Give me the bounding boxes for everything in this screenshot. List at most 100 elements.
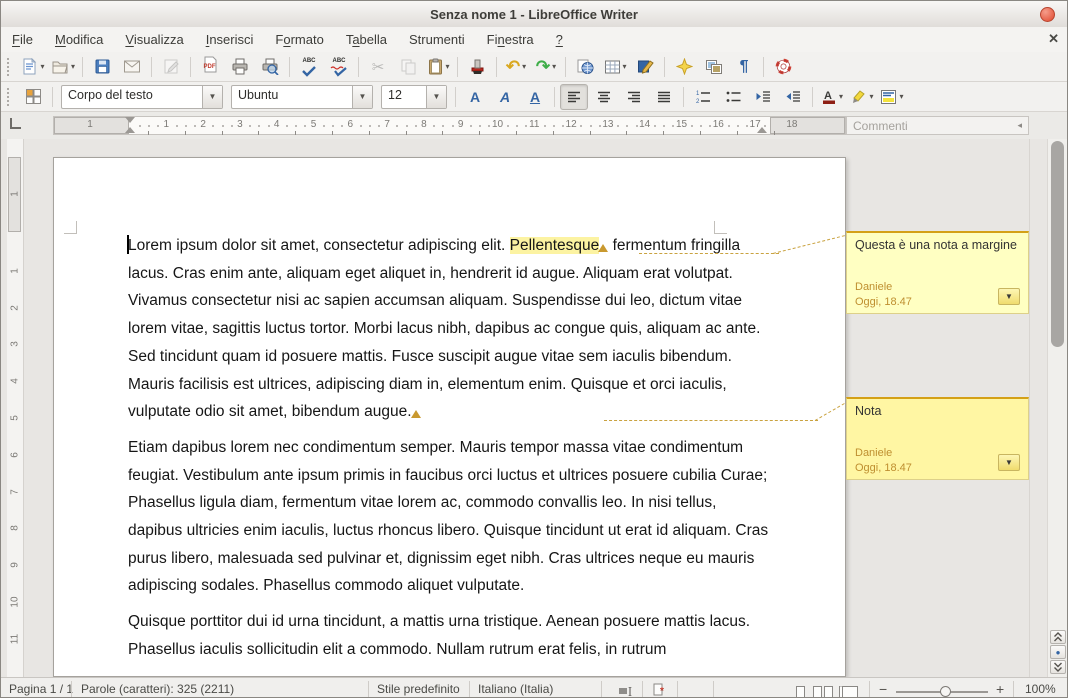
font-color-button[interactable]: A ▾	[818, 84, 846, 110]
undo-button[interactable]: ↶ ▾	[502, 54, 530, 80]
chevron-down-icon[interactable]: ▼	[352, 86, 372, 108]
align-justify-button[interactable]	[650, 84, 678, 110]
decrease-indent-button[interactable]	[749, 84, 777, 110]
chevron-down-icon[interactable]: ▼	[426, 86, 446, 108]
book-view-button[interactable]	[839, 684, 858, 698]
open-file-button[interactable]: ▾	[49, 54, 77, 80]
chevron-down-icon[interactable]: ▾	[446, 62, 450, 71]
tab-stop-selector-icon[interactable]	[10, 118, 21, 129]
toolbar-grip[interactable]	[7, 58, 12, 76]
navigate-by-button[interactable]: ●	[1050, 645, 1066, 659]
chevron-down-icon[interactable]: ▾	[522, 62, 526, 71]
font-size-combo[interactable]: 12 ▼	[381, 85, 447, 109]
gallery-button[interactable]	[700, 54, 728, 80]
note-text[interactable]: Nota	[855, 404, 1020, 418]
save-button[interactable]	[88, 54, 116, 80]
paragraph-style-value[interactable]: Corpo del testo	[62, 86, 202, 108]
cut-button[interactable]: ✂	[364, 54, 392, 80]
zoom-in-icon[interactable]: +	[996, 681, 1004, 697]
comment-anchor-icon[interactable]	[598, 244, 608, 252]
chevron-down-icon[interactable]: ▾	[899, 92, 903, 101]
insert-hyperlink-button[interactable]	[571, 54, 599, 80]
page-number-status[interactable]: Pagina 1 / 1	[9, 682, 73, 696]
previous-page-button[interactable]	[1050, 630, 1066, 644]
new-document-button[interactable]: ▾	[19, 54, 47, 80]
chevron-down-icon[interactable]: ▾	[839, 92, 843, 101]
document-modified-icon[interactable]: *	[653, 683, 667, 698]
left-indent-marker[interactable]	[125, 127, 135, 133]
styles-panel-button[interactable]	[19, 84, 47, 110]
margin-note[interactable]: Nota Daniele Oggi, 18.47 ▼	[846, 397, 1029, 480]
collapse-comments-icon[interactable]: ◂	[1017, 120, 1022, 131]
menu-visualizza[interactable]: Visualizza	[114, 29, 194, 50]
next-page-button[interactable]	[1050, 660, 1066, 674]
print-preview-button[interactable]	[256, 54, 284, 80]
selection-mode-icon[interactable]	[619, 685, 633, 698]
paragraph-background-button[interactable]: ▾	[878, 84, 906, 110]
navigator-button[interactable]	[670, 54, 698, 80]
align-center-button[interactable]	[590, 84, 618, 110]
chevron-down-icon[interactable]: ▾	[40, 62, 44, 71]
close-document-icon[interactable]: ✕	[1048, 31, 1059, 47]
vertical-ruler[interactable]: 1 1234567891011	[7, 139, 24, 677]
spellcheck-button[interactable]: ABC	[295, 54, 323, 80]
highlight-color-button[interactable]: ▾	[848, 84, 876, 110]
paragraph-1[interactable]: Lorem ipsum dolor sit amet, consectetur …	[128, 232, 771, 426]
paragraph-2[interactable]: Etiam dapibus lorem nec condimentum semp…	[128, 434, 771, 600]
note-menu-button[interactable]: ▼	[998, 454, 1020, 471]
menu-finestra[interactable]: Finestra	[476, 29, 545, 50]
copy-button[interactable]	[394, 54, 422, 80]
comment-anchor-icon[interactable]	[411, 410, 421, 418]
multi-page-view-button[interactable]	[813, 684, 833, 698]
horizontal-ruler[interactable]: 1 123456789101112131415161718	[53, 116, 846, 135]
single-page-view-button[interactable]	[796, 684, 805, 698]
chevron-down-icon[interactable]: ▾	[869, 92, 873, 101]
unordered-list-button[interactable]	[719, 84, 747, 110]
vertical-scrollbar-thumb[interactable]	[1051, 141, 1064, 347]
margin-note[interactable]: Questa è una nota a margine Daniele Oggi…	[846, 231, 1029, 314]
ruler-right-margin[interactable]	[770, 117, 845, 134]
chevron-down-icon[interactable]: ▼	[202, 86, 222, 108]
formatting-marks-button[interactable]: ¶	[730, 54, 758, 80]
paragraph-3[interactable]: Quisque porttitor dui id urna tincidunt,…	[128, 608, 771, 663]
menu-help[interactable]: ?	[545, 29, 574, 50]
paste-button[interactable]: ▾	[424, 54, 452, 80]
email-document-button[interactable]	[118, 54, 146, 80]
menu-inserisci[interactable]: Inserisci	[195, 29, 265, 50]
comments-toggle-button[interactable]: Commenti ◂	[846, 116, 1029, 135]
chevron-down-icon[interactable]: ▾	[623, 62, 627, 71]
insert-table-button[interactable]: ▾	[601, 54, 629, 80]
toolbar-grip[interactable]	[7, 88, 12, 106]
print-button[interactable]	[226, 54, 254, 80]
title-bar[interactable]: Senza nome 1 - LibreOffice Writer	[1, 1, 1067, 28]
font-size-value[interactable]: 12	[382, 86, 426, 108]
zoom-out-icon[interactable]: −	[879, 681, 887, 697]
menu-formato[interactable]: Formato	[264, 29, 334, 50]
edit-mode-button[interactable]	[157, 54, 185, 80]
ordered-list-button[interactable]: 12	[689, 84, 717, 110]
commented-text-highlight[interactable]: Pellentesque	[510, 237, 600, 254]
chevron-down-icon[interactable]: ▾	[552, 62, 556, 71]
export-pdf-button[interactable]: PDF	[196, 54, 224, 80]
word-count-status[interactable]: Parole (caratteri): 325 (2211)	[81, 682, 234, 696]
document-text[interactable]: Lorem ipsum dolor sit amet, consectetur …	[128, 232, 771, 672]
paragraph-style-combo[interactable]: Corpo del testo ▼	[61, 85, 223, 109]
align-right-button[interactable]	[620, 84, 648, 110]
font-name-value[interactable]: Ubuntu	[232, 86, 352, 108]
zoom-slider-thumb[interactable]	[940, 686, 951, 697]
font-name-combo[interactable]: Ubuntu ▼	[231, 85, 373, 109]
note-text[interactable]: Questa è una nota a margine	[855, 238, 1020, 252]
align-left-button[interactable]	[560, 84, 588, 110]
italic-button[interactable]: A	[491, 84, 519, 110]
bold-button[interactable]: A	[461, 84, 489, 110]
underline-button[interactable]: A	[521, 84, 549, 110]
menu-strumenti[interactable]: Strumenti	[398, 29, 476, 50]
show-draw-functions-button[interactable]	[631, 54, 659, 80]
zoom-level-status[interactable]: 100%	[1025, 682, 1056, 696]
menu-modifica[interactable]: Modifica	[44, 29, 114, 50]
language-status[interactable]: Italiano (Italia)	[478, 682, 553, 696]
note-menu-button[interactable]: ▼	[998, 288, 1020, 305]
menu-tabella[interactable]: Tabella	[335, 29, 398, 50]
window-status-dot-icon[interactable]	[1040, 7, 1055, 22]
page-style-status[interactable]: Stile predefinito	[377, 682, 460, 696]
